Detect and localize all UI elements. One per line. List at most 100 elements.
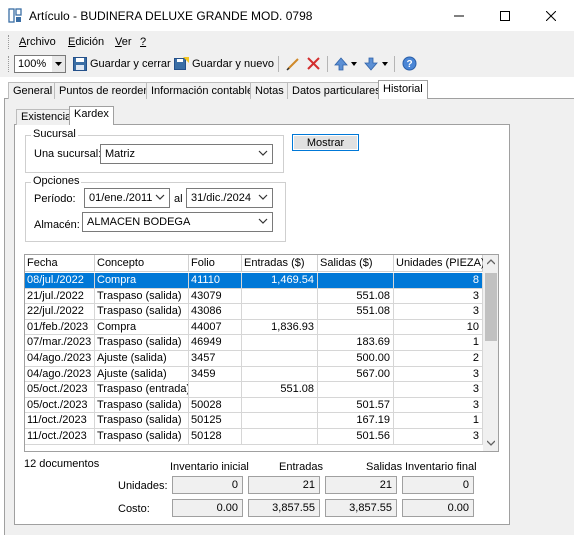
scroll-up-icon[interactable] xyxy=(487,259,495,265)
period-to-select[interactable]: 31/dic./2024 xyxy=(186,188,273,208)
tab-historial[interactable]: Historial xyxy=(378,80,428,99)
cell-unidades: 1 xyxy=(394,413,483,429)
cell-entradas xyxy=(242,335,318,351)
chevron-down-icon[interactable] xyxy=(351,62,357,66)
cell-folio: 3459 xyxy=(189,366,242,383)
column-header-entradas[interactable]: Entradas ($) xyxy=(242,255,318,272)
cell-unidades: 2 xyxy=(394,351,483,367)
table-row[interactable]: 05/oct./2023 Traspaso (salida) 50028 501.57… xyxy=(25,397,483,414)
maximize-button[interactable] xyxy=(482,0,528,31)
cell-salidas: 551.08 xyxy=(318,288,394,305)
delete-icon[interactable] xyxy=(307,57,320,70)
svg-text:?: ? xyxy=(406,59,412,70)
zoom-dropdown-button[interactable] xyxy=(52,55,66,73)
table-row[interactable]: 07/mar./2023 Traspaso (salida) 46949 183.69… xyxy=(25,335,483,351)
period-to-label: al xyxy=(174,193,183,205)
kardex-grid[interactable]: Fecha Concepto Folio Entradas ($) Salida… xyxy=(24,254,499,452)
menu-grip xyxy=(8,35,11,49)
cell-entradas: 1,469.54 xyxy=(242,273,318,289)
minimize-button[interactable] xyxy=(436,0,482,31)
arrow-down-icon[interactable] xyxy=(364,57,378,71)
table-row[interactable]: 11/oct./2023 Traspaso (salida) 50125 167.19… xyxy=(25,413,483,429)
close-window-button[interactable] xyxy=(528,0,574,31)
sucursal-value: Matriz xyxy=(105,148,135,160)
cell-concepto: Traspaso (salida) xyxy=(95,397,189,414)
help-icon[interactable]: ? xyxy=(402,56,417,71)
cell-entradas xyxy=(242,366,318,383)
toolbar-separator xyxy=(327,56,328,72)
cell-salidas: 567.00 xyxy=(318,366,394,383)
period-from-select[interactable]: 01/ene./2011 xyxy=(84,188,170,208)
cell-unidades: 3 xyxy=(394,382,483,398)
menu-archivo[interactable]: Archivo xyxy=(19,36,56,48)
chevron-down-icon xyxy=(155,194,165,200)
sucursal-group-title: Sucursal xyxy=(31,128,78,140)
cell-entradas xyxy=(242,429,318,445)
subtab-kardex[interactable]: Kardex xyxy=(69,106,114,125)
cell-unidades: 3 xyxy=(394,397,483,414)
maximize-icon xyxy=(500,10,510,21)
tab-puntos-reorden[interactable]: Puntos de reorden xyxy=(54,82,155,99)
cell-unidades: 3 xyxy=(394,288,483,305)
cell-concepto: Traspaso (salida) xyxy=(95,429,189,445)
cell-folio: 43086 xyxy=(189,304,242,320)
menu-ver-label: er xyxy=(121,36,132,48)
cell-unidades: 3 xyxy=(394,366,483,383)
save-close-button[interactable]: Guardar y cerrar xyxy=(90,58,171,70)
chevron-down-icon xyxy=(55,62,62,66)
almacen-select[interactable]: ALMACEN BODEGA xyxy=(82,212,273,232)
cell-fecha: 05/oct./2023 xyxy=(25,382,95,398)
tab-notas[interactable]: Notas xyxy=(250,82,289,99)
app-icon xyxy=(8,8,22,23)
arrow-up-icon[interactable] xyxy=(334,57,348,71)
sucursal-select[interactable]: Matriz xyxy=(100,144,273,164)
cell-salidas: 183.69 xyxy=(318,335,394,351)
table-row[interactable]: 05/oct./2023 Traspaso (entrada) 551.08 3 xyxy=(25,382,483,398)
cell-fecha: 11/oct./2023 xyxy=(25,413,95,429)
chevron-down-icon[interactable] xyxy=(382,62,388,66)
table-row[interactable]: 22/jul./2022 Traspaso (salida) 43086 551.08… xyxy=(25,304,483,320)
summary-header-salidas: Salidas xyxy=(366,461,403,473)
table-row[interactable]: 04/ago./2023 Ajuste (salida) 3457 500.00 2 xyxy=(25,351,483,367)
tab-general[interactable]: General xyxy=(8,82,58,99)
table-row[interactable]: 01/feb./2023 Compra 44007 1,836.93 10 xyxy=(25,319,483,336)
cell-folio: 46949 xyxy=(189,335,242,351)
table-row[interactable]: 08/jul./2022 Compra 41110 1,469.54 8 xyxy=(25,273,483,289)
periodo-label: Período: xyxy=(34,193,76,205)
mostrar-button[interactable]: Mostrar xyxy=(292,134,359,151)
save-icon[interactable] xyxy=(73,57,87,71)
menu-edicion[interactable]: Edición xyxy=(68,36,104,48)
scroll-down-icon[interactable] xyxy=(487,440,495,446)
chevron-down-icon xyxy=(258,194,268,200)
save-new-button[interactable]: Guardar y nuevo xyxy=(192,58,274,70)
cell-salidas: 500.00 xyxy=(318,351,394,367)
table-row[interactable]: 21/jul./2022 Traspaso (salida) 43079 551.08… xyxy=(25,288,483,305)
cell-concepto: Ajuste (salida) xyxy=(95,351,189,367)
column-header-salidas[interactable]: Salidas ($) xyxy=(318,255,394,272)
column-header-concepto[interactable]: Concepto xyxy=(95,255,189,272)
cell-fecha: 04/ago./2023 xyxy=(25,351,95,367)
summary-header-inventario-final: Inventario final xyxy=(405,461,477,473)
save-new-icon[interactable] xyxy=(174,57,189,71)
document-count: 12 documentos xyxy=(24,458,100,470)
table-row[interactable]: 11/oct./2023 Traspaso (salida) 50128 501.56… xyxy=(25,429,483,445)
vertical-scrollbar[interactable] xyxy=(483,255,498,451)
cell-folio: 3457 xyxy=(189,351,242,367)
subtab-existencia[interactable]: Existencia xyxy=(16,109,77,125)
tab-datos-particulares[interactable]: Datos particulares xyxy=(287,82,386,99)
cost-label: Costo: xyxy=(118,503,150,515)
column-header-unidades[interactable]: Unidades (PIEZA) xyxy=(394,255,485,272)
grid-header: Fecha Concepto Folio Entradas ($) Salida… xyxy=(25,255,485,272)
column-header-folio[interactable]: Folio xyxy=(189,255,242,272)
scroll-thumb[interactable] xyxy=(485,273,497,341)
cell-fecha: 21/jul./2022 xyxy=(25,288,95,305)
table-row[interactable]: 04/ago./2023 Ajuste (salida) 3459 567.00 3 xyxy=(25,366,483,383)
column-header-fecha[interactable]: Fecha xyxy=(25,255,95,272)
menu-help[interactable]: ? xyxy=(140,36,146,48)
tab-informacion-contable[interactable]: Información contable xyxy=(146,82,259,99)
cell-folio: 43079 xyxy=(189,288,242,305)
cell-fecha: 22/jul./2022 xyxy=(25,304,95,320)
menu-help-accel: ? xyxy=(140,36,147,48)
pencil-icon[interactable] xyxy=(286,57,300,71)
menu-ver[interactable]: Ver xyxy=(115,36,132,48)
